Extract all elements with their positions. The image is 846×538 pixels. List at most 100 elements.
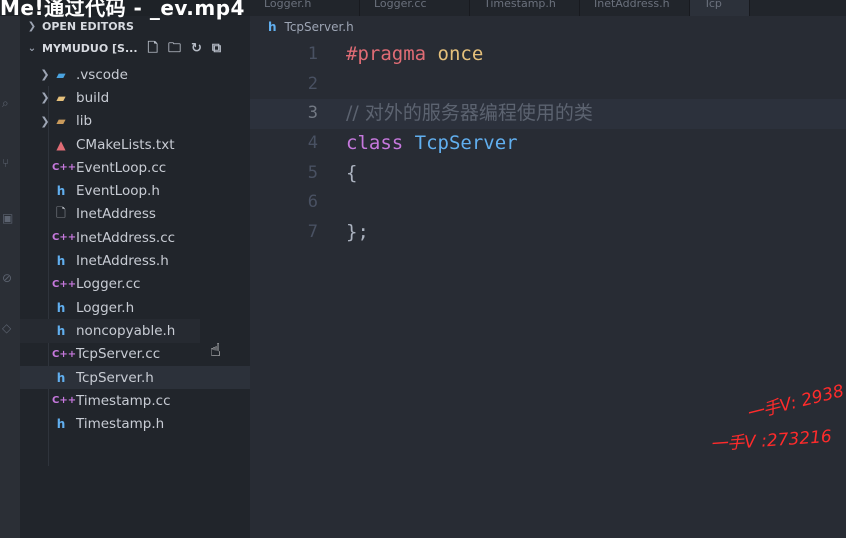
line-number: 2 <box>307 73 318 94</box>
preprocessor-directive: #pragma <box>346 43 427 65</box>
watermark-1: 一手V: 2938 <box>744 381 846 425</box>
tree-item-eventloop-h[interactable]: h EventLoop.h <box>20 179 250 202</box>
tree-item-label: CMakeLists.txt <box>76 136 175 153</box>
code-comment: // 对外的服务器编程使用的类 <box>346 102 593 125</box>
new-folder-icon[interactable]: 🗀 <box>168 38 181 60</box>
class-name: TcpServer <box>414 132 518 155</box>
cpp-icon: C++ <box>52 232 77 244</box>
extensions-icon[interactable]: ▣ <box>2 211 16 225</box>
tree-item-tcpserver-h[interactable]: h TcpServer.h <box>20 365 250 390</box>
tree-item-logger-cc[interactable]: C++ Logger.cc <box>20 273 250 296</box>
chevron-right-icon: ❯ <box>40 91 50 105</box>
search-icon[interactable]: ⌕ <box>2 96 16 110</box>
file-icon: 🗋 <box>56 205 66 220</box>
line-number: 4 <box>307 133 318 154</box>
explorer-sidebar: ❯ OPEN EDITORS ⌄ MYMUDUO [S... 🗋 🗀 ↻ ⧉ ❯… <box>20 16 250 538</box>
chevron-right-icon: ❯ <box>40 68 50 82</box>
header-icon: h <box>56 323 66 338</box>
code-line-7[interactable]: 7 }; <box>250 218 846 248</box>
line-number: 6 <box>307 192 318 213</box>
open-brace: { <box>346 161 358 184</box>
chevron-right-icon: ❯ <box>40 114 50 128</box>
watermark-2: 一手V :273216 <box>709 426 833 456</box>
tree-item-label: EventLoop.h <box>76 183 160 200</box>
source-control-icon[interactable]: ⑂ <box>2 156 16 170</box>
file-tree: ❯ ▰ .vscode ❯ ▰ build ❯ ▰ lib ▲ CMakeLis… <box>20 63 250 436</box>
project-actions: 🗋 🗀 ↻ ⧉ <box>148 38 222 60</box>
line-number: 7 <box>307 222 318 243</box>
chevron-down-icon: ⌄ <box>27 43 37 54</box>
activity-bar: ⌕ ⑂ ▣ ⊘ ◇ <box>0 16 20 538</box>
code-line-5[interactable]: 5 { <box>250 159 846 189</box>
tree-item-label: Timestamp.h <box>76 416 165 433</box>
header-icon: h <box>56 184 66 199</box>
tree-item-noncopyable-h[interactable]: h noncopyable.h <box>20 319 200 343</box>
project-header[interactable]: ⌄ MYMUDUO [S... 🗋 🗀 ↻ ⧉ <box>20 38 250 60</box>
line-number: 1 <box>307 44 318 64</box>
class-keyword: class <box>346 132 404 155</box>
tree-item-label: Timestamp.cc <box>76 392 171 409</box>
tree-item-cmakelists[interactable]: ▲ CMakeLists.txt <box>20 133 250 156</box>
tab-tcpserver[interactable]: Tcp <box>690 0 750 16</box>
tree-item-label: .vscode <box>76 66 128 83</box>
code-line-4[interactable]: 4 class TcpServer <box>250 129 846 159</box>
pragma-argument: once <box>437 43 484 65</box>
tree-item-label: Logger.h <box>76 299 135 316</box>
tree-item-logger-h[interactable]: h Logger.h <box>20 296 250 319</box>
video-title-overlay: Me!通过代码 - _ev.mp4 <box>0 0 245 20</box>
header-icon: h <box>56 300 66 315</box>
cpp-icon: C++ <box>52 395 77 407</box>
line-number: 3 <box>307 103 318 124</box>
header-icon: h <box>268 20 277 34</box>
line-number: 5 <box>307 162 318 183</box>
new-file-icon[interactable]: 🗋 <box>148 38 158 60</box>
code-line-2[interactable]: 2 <box>250 70 846 100</box>
tree-item-label: InetAddress <box>76 206 156 223</box>
tree-item-label: InetAddress.h <box>76 253 169 270</box>
tree-item-lib[interactable]: ❯ ▰ lib <box>20 110 250 133</box>
tree-item-label: TcpServer.h <box>76 369 154 386</box>
tree-item-timestamp-h[interactable]: h Timestamp.h <box>20 412 250 435</box>
breadcrumb-file[interactable]: TcpServer.h <box>285 20 354 34</box>
tree-item-label: noncopyable.h <box>76 322 176 339</box>
editor-tab-bar: Logger.h Logger.cc Timestamp.h InetAddre… <box>250 0 846 16</box>
code-line-6[interactable]: 6 <box>250 188 846 218</box>
code-line-1[interactable]: 1 #pragma once <box>250 40 846 70</box>
tab-inetaddress-h[interactable]: InetAddress.h <box>580 0 690 16</box>
tree-item-inetaddress[interactable]: 🗋 InetAddress <box>20 203 250 226</box>
tree-item-build[interactable]: ❯ ▰ build <box>20 86 250 109</box>
tab-timestamp-h[interactable]: Timestamp.h <box>470 0 580 16</box>
tree-item-inetaddress-cc[interactable]: C++ InetAddress.cc <box>20 226 250 249</box>
debug-icon[interactable]: ⊘ <box>2 271 16 285</box>
tree-item-label: InetAddress.cc <box>76 229 176 246</box>
header-icon: h <box>56 370 66 385</box>
lib-folder-icon: ▰ <box>56 114 66 129</box>
code-line-3[interactable]: 3 // 对外的服务器编程使用的类 <box>250 99 846 130</box>
tree-item-label: Logger.cc <box>76 276 141 293</box>
cmake-icon: ▲ <box>56 137 66 152</box>
breadcrumb: h TcpServer.h <box>268 20 354 34</box>
collapse-all-icon[interactable]: ⧉ <box>212 38 221 60</box>
header-icon: h <box>56 254 66 269</box>
refresh-icon[interactable]: ↻ <box>191 38 202 60</box>
tab-logger-h[interactable]: Logger.h <box>250 0 360 16</box>
remote-icon[interactable]: ◇ <box>2 321 16 335</box>
folder-icon: ▰ <box>56 90 66 105</box>
code-editor[interactable]: h TcpServer.h 1 #pragma once 2 3 // 对外的服… <box>250 16 846 538</box>
cpp-icon: C++ <box>52 278 77 290</box>
code-area[interactable]: 1 #pragma once 2 3 // 对外的服务器编程使用的类 4 cla… <box>250 40 846 248</box>
tree-item-vscode[interactable]: ❯ ▰ .vscode <box>20 63 250 86</box>
cpp-icon: C++ <box>52 348 77 360</box>
close-brace: }; <box>346 221 369 244</box>
tree-item-inetaddress-h[interactable]: h InetAddress.h <box>20 249 250 272</box>
cpp-icon: C++ <box>52 162 77 174</box>
tree-item-label: TcpServer.cc <box>76 346 161 363</box>
tree-item-label: EventLoop.cc <box>76 159 167 176</box>
tab-logger-cc[interactable]: Logger.cc <box>360 0 470 16</box>
hand-cursor-icon: ☝ <box>210 340 221 361</box>
vscode-folder-icon: ▰ <box>56 67 66 82</box>
header-icon: h <box>56 417 66 432</box>
tree-item-eventloop-cc[interactable]: C++ EventLoop.cc <box>20 156 250 179</box>
tree-item-timestamp-cc[interactable]: C++ Timestamp.cc <box>20 389 250 412</box>
project-label: MYMUDUO [S... <box>42 42 138 55</box>
